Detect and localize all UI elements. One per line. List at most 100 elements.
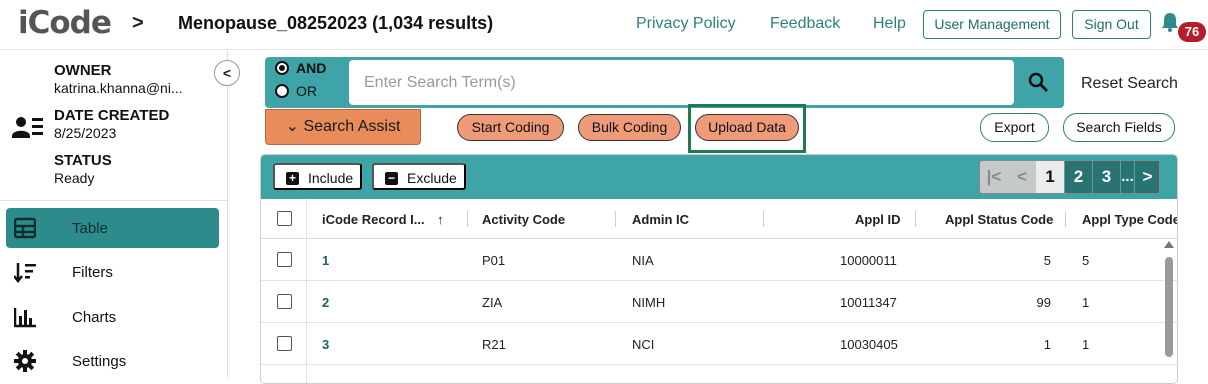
icode-logo[interactable]: iCode xyxy=(18,5,112,41)
col-record-id[interactable]: iCode Record I... xyxy=(322,212,425,227)
bulk-coding-button[interactable]: Bulk Coding xyxy=(578,114,681,141)
col-activity-code[interactable]: Activity Code xyxy=(482,212,565,227)
first-page-button[interactable]: |< xyxy=(980,161,1008,193)
search-icon[interactable] xyxy=(1027,71,1049,93)
or-radio[interactable] xyxy=(275,84,289,98)
search-assist-label: Search Assist xyxy=(303,118,401,135)
start-coding-button[interactable]: Start Coding xyxy=(457,114,564,141)
search-input[interactable] xyxy=(349,60,1014,105)
scroll-up-arrow[interactable] xyxy=(1164,241,1174,248)
sidebar-item-label: Filters xyxy=(72,264,113,281)
column-separator[interactable] xyxy=(1065,211,1066,227)
search-fields-button[interactable]: Search Fields xyxy=(1063,113,1175,142)
status-value: Ready xyxy=(54,170,95,186)
sidebar-item-charts[interactable]: Charts xyxy=(6,297,219,337)
select-all-checkbox[interactable] xyxy=(277,211,292,226)
sign-out-button[interactable]: Sign Out xyxy=(1072,10,1151,39)
column-separator[interactable] xyxy=(915,211,916,227)
and-radio[interactable] xyxy=(275,61,289,75)
sidebar-item-settings[interactable]: Settings xyxy=(6,341,219,381)
table-row[interactable]: 1 P01 NIA 10000011 5 5 xyxy=(261,239,1177,281)
cell-activity-code: P01 xyxy=(482,253,506,268)
page-3-button[interactable]: 3 xyxy=(1092,161,1120,193)
upload-data-button[interactable]: Upload Data xyxy=(695,114,799,141)
sidebar-item-table[interactable]: Table xyxy=(6,208,219,248)
cell-appl-status-code: 99 xyxy=(1036,295,1051,310)
record-id-link[interactable]: 1 xyxy=(322,253,329,268)
exclude-button[interactable]: − Exclude xyxy=(372,163,466,190)
pagination: |< < 1 2 3 ... > xyxy=(979,160,1160,194)
page-ellipsis: ... xyxy=(1120,161,1134,193)
checkbox-column-divider xyxy=(306,199,307,383)
privacy-policy-link[interactable]: Privacy Policy xyxy=(636,15,736,33)
page-current[interactable]: 1 xyxy=(1036,161,1064,193)
logo-text: iCode xyxy=(18,5,112,41)
notification-badge: 76 xyxy=(1178,22,1206,42)
include-button[interactable]: + Include xyxy=(273,163,362,190)
user-management-button[interactable]: User Management xyxy=(923,10,1061,39)
cell-admin-ic: NIA xyxy=(632,253,654,268)
col-appl-status-code[interactable]: Appl Status Code xyxy=(945,212,1053,227)
table-toolbar: + Include − Exclude |< < 1 2 3 ... > xyxy=(261,155,1177,199)
cell-appl-status-code: 1 xyxy=(1043,337,1051,352)
col-appl-id[interactable]: Appl ID xyxy=(855,212,901,227)
exclude-label: Exclude xyxy=(407,170,457,186)
record-id-link[interactable]: 3 xyxy=(322,337,329,352)
row-checkbox[interactable] xyxy=(277,294,292,309)
table-header: iCode Record I... ↑ Activity Code Admin … xyxy=(261,199,1177,239)
help-link[interactable]: Help xyxy=(873,15,906,33)
cell-admin-ic: NCI xyxy=(632,337,655,352)
cell-appl-id: 10030405 xyxy=(840,337,898,352)
or-label: OR xyxy=(296,83,317,99)
search-panel: AND OR xyxy=(265,57,1064,108)
collapse-sidebar-button[interactable]: < xyxy=(214,60,240,86)
export-button[interactable]: Export xyxy=(980,113,1049,142)
cell-appl-type-code: 1 xyxy=(1082,337,1090,352)
include-label: Include xyxy=(308,170,354,186)
cell-activity-code: R21 xyxy=(482,337,506,352)
bell-icon[interactable] xyxy=(1161,12,1179,32)
row-checkbox[interactable] xyxy=(277,336,292,351)
cell-appl-id: 10011347 xyxy=(840,295,897,310)
sidebar-item-label: Table xyxy=(72,220,108,237)
cell-appl-type-code: 1 xyxy=(1082,295,1090,310)
sidebar: < OWNER katrina.khanna@ni... DATE CREATE… xyxy=(0,51,240,377)
record-id-link[interactable]: 2 xyxy=(322,295,329,310)
vertical-scrollbar[interactable] xyxy=(1165,257,1173,357)
table-row[interactable]: 2 ZIA NIMH 10011347 99 1 xyxy=(261,281,1177,323)
reset-search-button[interactable]: Reset Search xyxy=(1081,75,1178,93)
column-separator[interactable] xyxy=(467,211,468,227)
cell-admin-ic: NIMH xyxy=(632,295,666,310)
sidebar-item-filters[interactable]: Filters xyxy=(6,252,219,292)
owner-value: katrina.khanna@ni... xyxy=(54,80,183,96)
next-page-button[interactable]: > xyxy=(1134,161,1159,193)
date-created-label: DATE CREATED xyxy=(54,107,170,124)
sidebar-item-label: Charts xyxy=(72,309,117,326)
table-icon xyxy=(14,217,36,239)
col-appl-type-code[interactable]: Appl Type Code xyxy=(1082,212,1177,227)
minus-icon: − xyxy=(385,172,398,185)
column-separator[interactable] xyxy=(615,211,616,227)
chevron-left-icon: < xyxy=(222,65,232,81)
row-checkbox[interactable] xyxy=(277,252,292,267)
cell-activity-code: ZIA xyxy=(482,295,503,310)
search-assist-button[interactable]: ⌄ Search Assist xyxy=(265,109,421,145)
cell-appl-status-code: 5 xyxy=(1043,253,1051,268)
top-header: iCode > Menopause_08252023 (1,034 result… xyxy=(0,0,1208,50)
chevron-down-icon: ⌄ xyxy=(285,118,304,135)
results-table: + Include − Exclude |< < 1 2 3 ... > iCo… xyxy=(260,154,1178,384)
page-2-button[interactable]: 2 xyxy=(1064,161,1092,193)
owner-label: OWNER xyxy=(54,62,112,79)
plus-icon: + xyxy=(286,172,299,185)
sidebar-item-label: Settings xyxy=(72,353,127,370)
col-admin-ic[interactable]: Admin IC xyxy=(632,212,689,227)
status-label: STATUS xyxy=(54,152,112,169)
record-info-icon xyxy=(12,117,43,138)
feedback-link[interactable]: Feedback xyxy=(770,15,840,33)
chevron-right-icon: > xyxy=(132,12,144,34)
prev-page-button[interactable]: < xyxy=(1008,161,1036,193)
sort-asc-icon[interactable]: ↑ xyxy=(437,212,444,227)
column-separator[interactable] xyxy=(763,211,764,227)
table-row[interactable]: 3 R21 NCI 10030405 1 1 xyxy=(261,323,1177,365)
date-created-value: 8/25/2023 xyxy=(54,125,117,141)
